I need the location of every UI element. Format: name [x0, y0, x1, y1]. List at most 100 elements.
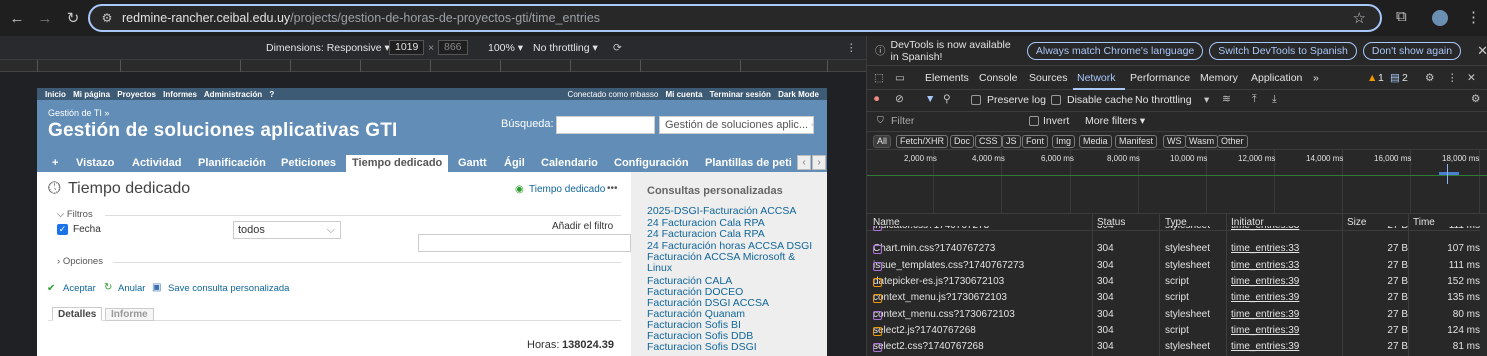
time-entry-link[interactable]: Tiempo dedicado: [529, 184, 605, 195]
warning-count[interactable]: 1: [1378, 72, 1384, 84]
filters-toggle[interactable]: ⌵ Filtros: [57, 209, 93, 220]
tab-report[interactable]: Informe: [105, 308, 154, 321]
request-initiator[interactable]: time_entries:33: [1231, 260, 1299, 271]
rotate-icon[interactable]: ⟳: [613, 42, 622, 54]
tab-overview[interactable]: Vistazo: [76, 155, 114, 172]
invert-checkbox[interactable]: [1029, 116, 1039, 126]
tabs-scroll-left-icon[interactable]: ‹: [797, 155, 811, 170]
request-initiator[interactable]: time_entries:39: [1231, 325, 1299, 336]
request-initiator[interactable]: time_entries:33: [1231, 243, 1299, 254]
breadcrumb[interactable]: Gestión de TI »: [48, 108, 109, 118]
tab-details[interactable]: Detalles: [52, 307, 103, 321]
tab-issues[interactable]: Peticiones: [281, 155, 336, 172]
browser-menu-icon[interactable]: ⋮: [1466, 8, 1481, 26]
tab-templates[interactable]: Plantillas de peti: [705, 155, 797, 172]
device-mode-icon[interactable]: ▭: [895, 72, 905, 84]
type-filter-manifest[interactable]: Manifest: [1115, 135, 1158, 148]
tab-agile[interactable]: Ágil: [504, 155, 525, 172]
address-bar[interactable]: ⚙ redmine-rancher.ceibal.edu.uy/projects…: [88, 4, 1382, 32]
close-devtools-icon[interactable]: ✕: [1467, 72, 1476, 84]
device-width-input[interactable]: 1019: [389, 40, 425, 55]
type-filter-css[interactable]: CSS: [975, 135, 1002, 148]
request-initiator[interactable]: time_entries:39: [1231, 341, 1299, 352]
table-row[interactable]: datepicker-es.js?1730672103 304 script time…: [867, 274, 1487, 290]
type-filter-xhr[interactable]: Fetch/XHR: [896, 135, 949, 148]
type-filter-other[interactable]: Other: [1217, 135, 1248, 148]
settings-gear-icon[interactable]: ⚙: [1425, 72, 1434, 84]
options-toggle[interactable]: › Opciones: [57, 256, 103, 267]
table-row[interactable]: indicator.css?1740767273 304 stylesheet tim…: [867, 226, 1487, 233]
table-row[interactable]: select2.js?1740767268 304 script time_entri…: [867, 323, 1487, 339]
bookmark-star-icon[interactable]: ☆: [1353, 9, 1366, 27]
device-height-input[interactable]: 866: [438, 40, 468, 55]
request-initiator[interactable]: time_entries:39: [1231, 292, 1299, 303]
type-filter-img[interactable]: Img: [1052, 135, 1076, 148]
import-har-icon[interactable]: ⤒: [1252, 93, 1257, 106]
switch-language-button[interactable]: Switch DevTools to Spanish: [1209, 41, 1357, 60]
record-icon[interactable]: ⏺: [874, 93, 879, 106]
clear-button[interactable]: Anular: [118, 283, 145, 294]
message-count[interactable]: 2: [1402, 72, 1408, 84]
tab-application[interactable]: Application: [1251, 72, 1302, 84]
close-icon[interactable]: ✕: [1477, 43, 1487, 59]
tab-performance[interactable]: Performance: [1130, 72, 1190, 84]
tab-new[interactable]: +: [52, 155, 58, 172]
save-query-button[interactable]: Save consulta personalizada: [168, 283, 289, 294]
top-link-mypage[interactable]: Mi página: [73, 90, 110, 99]
tab-activity[interactable]: Actividad: [132, 155, 182, 172]
export-har-icon[interactable]: ⤓: [1272, 93, 1277, 106]
preserve-log-checkbox[interactable]: [971, 95, 981, 105]
more-filters-button[interactable]: More filters ▾: [1085, 115, 1145, 127]
tab-spent-time[interactable]: Tiempo dedicado: [346, 155, 449, 172]
table-row[interactable]: select2.css?1740767268 304 stylesheet time_…: [867, 339, 1487, 355]
tab-planning[interactable]: Planificación: [198, 155, 266, 172]
type-filter-font[interactable]: Font: [1022, 135, 1049, 148]
table-row[interactable]: context_menu.css?1730672103 304 stylesheet…: [867, 307, 1487, 323]
top-link-home[interactable]: Inicio: [45, 90, 66, 99]
top-link-admin[interactable]: Administración: [204, 90, 262, 99]
top-link-reports[interactable]: Informes: [163, 90, 197, 99]
search-icon[interactable]: ⚲: [943, 93, 951, 105]
top-link-account[interactable]: Mi cuenta: [666, 90, 703, 99]
top-link-help[interactable]: ?: [269, 90, 274, 99]
request-initiator[interactable]: time_entries:39: [1231, 276, 1299, 287]
type-filter-all[interactable]: All: [873, 135, 892, 148]
dimensions-select[interactable]: Dimensions: Responsive ▾: [266, 42, 390, 54]
tab-elements[interactable]: Elements: [925, 72, 969, 84]
tab-console[interactable]: Console: [979, 72, 1018, 84]
table-row[interactable]: Chart.min.css?1740767273 304 stylesheet tim…: [867, 241, 1487, 257]
forward-icon[interactable]: →: [34, 7, 56, 29]
profile-avatar[interactable]: [1432, 10, 1448, 26]
disable-cache-checkbox[interactable]: [1051, 95, 1061, 105]
top-link-logout[interactable]: Terminar sesión: [710, 90, 771, 99]
site-settings-icon[interactable]: ⚙: [96, 11, 118, 25]
zoom-select[interactable]: 100% ▾: [488, 42, 523, 54]
table-row[interactable]: context_menu.js?1730672103 304 script time_…: [867, 290, 1487, 306]
table-row[interactable]: issue_templates.css?1740767273 304 stylesh…: [867, 258, 1487, 274]
network-settings-icon[interactable]: ⚙: [1471, 93, 1480, 105]
reload-icon[interactable]: ↻: [62, 7, 84, 29]
type-filter-media[interactable]: Media: [1079, 135, 1112, 148]
apply-button[interactable]: Aceptar: [63, 283, 96, 294]
clear-icon[interactable]: ⊘: [895, 93, 904, 105]
more-actions-icon[interactable]: •••: [607, 183, 618, 194]
tab-calendar[interactable]: Calendario: [541, 155, 598, 172]
match-language-button[interactable]: Always match Chrome's language: [1026, 41, 1204, 60]
date-filter-operator[interactable]: todos ⌵: [233, 221, 341, 239]
request-initiator[interactable]: time_entries:33: [1231, 226, 1299, 231]
date-filter-checkbox[interactable]: ✓: [57, 224, 68, 235]
project-jump-select[interactable]: Gestión de soluciones aplic... ⌵: [659, 116, 814, 134]
throttling-select[interactable]: No throttling ▾: [533, 42, 598, 54]
extensions-icon[interactable]: ⧉: [1396, 8, 1407, 25]
tab-memory[interactable]: Memory: [1200, 72, 1238, 84]
query-link[interactable]: 2025-DSGI-Facturación ACCSA: [647, 205, 796, 217]
add-filter-select[interactable]: [418, 234, 631, 252]
back-icon[interactable]: ←: [6, 7, 28, 29]
tab-sources[interactable]: Sources: [1029, 72, 1068, 84]
tabs-scroll-right-icon[interactable]: ›: [812, 155, 826, 170]
tab-network[interactable]: Network: [1077, 72, 1116, 84]
top-link-darkmode[interactable]: Dark Mode: [778, 90, 819, 99]
request-initiator[interactable]: time_entries:39: [1231, 309, 1299, 320]
type-filter-wasm[interactable]: Wasm: [1185, 135, 1219, 148]
filter-input[interactable]: Filter: [891, 115, 1031, 127]
